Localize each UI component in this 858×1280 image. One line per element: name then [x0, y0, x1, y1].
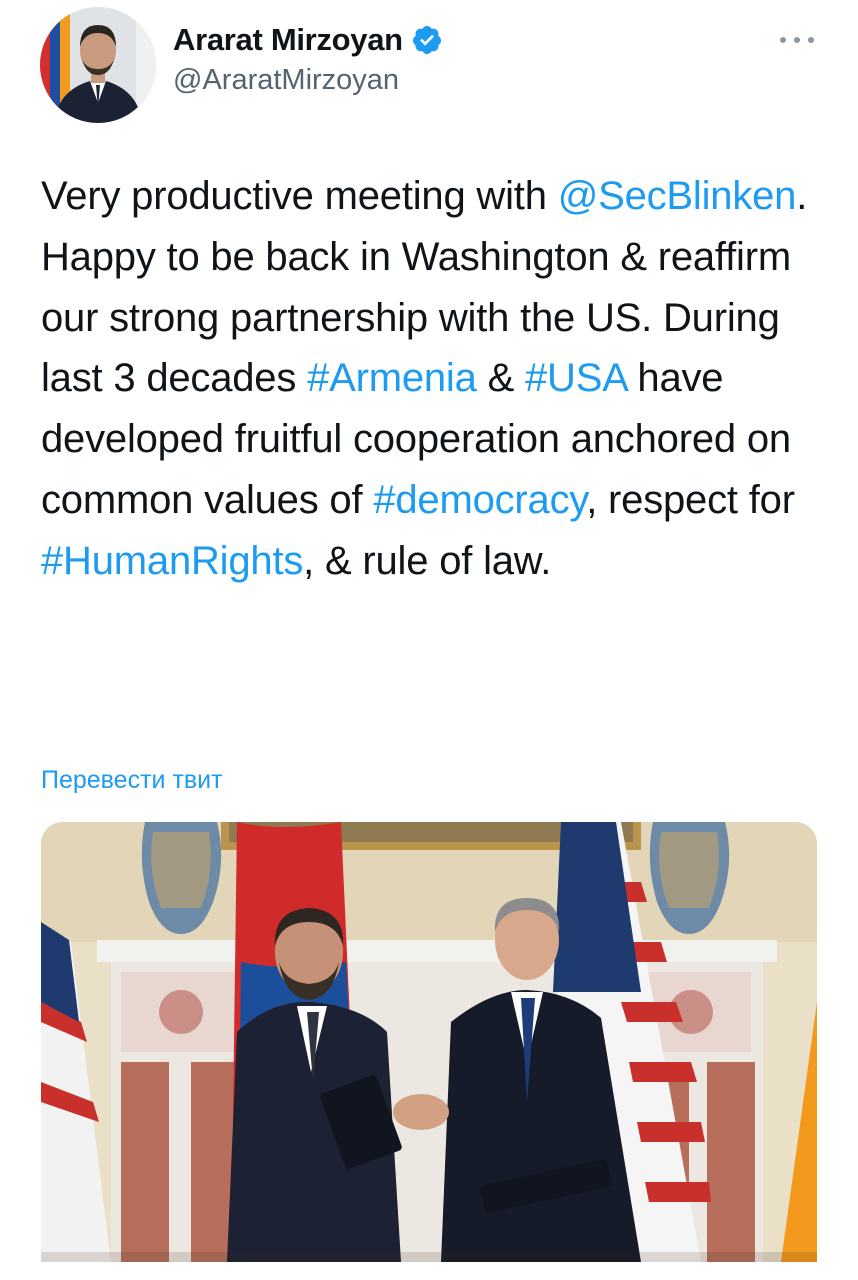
tweet-text-segment: &: [476, 356, 525, 401]
hashtag-link[interactable]: #HumanRights: [41, 539, 303, 583]
avatar[interactable]: [40, 7, 156, 123]
photo-illustration: [41, 822, 817, 1262]
bottom-strip: [0, 1262, 858, 1280]
hashtag-link[interactable]: #democracy: [373, 478, 586, 522]
translate-tweet-link[interactable]: Перевести твит: [41, 766, 223, 795]
more-options-icon[interactable]: [780, 28, 814, 52]
verified-badge-icon: [412, 26, 441, 54]
tweet-text-segment: , & rule of law.: [303, 538, 552, 583]
mention-link[interactable]: @SecBlinken: [558, 174, 797, 218]
author-name[interactable]: Ararat Mirzoyan: [173, 22, 403, 58]
tweet-media-photo[interactable]: [41, 822, 817, 1262]
tweet-text: Very productive meeting with @SecBlinken…: [41, 166, 831, 592]
hashtag-link[interactable]: #USA: [525, 356, 627, 400]
author-name-row[interactable]: Ararat Mirzoyan: [173, 22, 443, 58]
avatar-photo: [40, 7, 156, 123]
hashtag-link[interactable]: #Armenia: [307, 356, 477, 400]
author-handle[interactable]: @AraratMirzoyan: [173, 64, 399, 97]
tweet-text-segment: , respect for: [586, 477, 795, 522]
tweet-text-segment: Very productive meeting with: [41, 174, 558, 218]
